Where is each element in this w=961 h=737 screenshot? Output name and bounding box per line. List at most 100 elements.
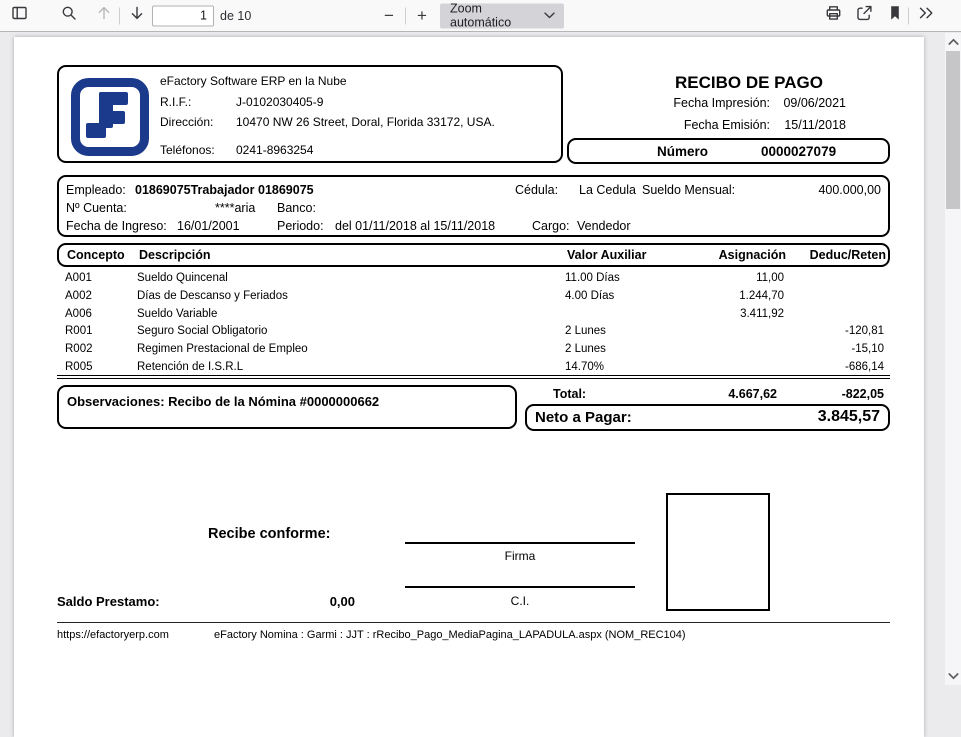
sidebar-toggle-button[interactable] [6,3,32,29]
zoom-level-value: Zoom automático [450,2,544,30]
page-number-input[interactable] [152,5,214,26]
pdf-page: eFactory Software ERP en la Nube R.I.F.:… [14,37,924,737]
footer-url: https://efactoryerp.com [57,629,169,641]
concept-description: Sueldo Quincenal [137,270,228,288]
period-label: Periodo: [277,219,324,233]
zoom-level-select[interactable]: Zoom automático [440,3,564,28]
concept-asignacion: 3.411,92 [637,306,784,324]
arrow-up-icon [96,5,112,26]
concept-deduccion: -15,10 [747,341,884,359]
table-row: A006 Sueldo Variable 3.411,92 [57,306,890,324]
net-to-pay-value: 3.845,57 [680,408,880,426]
plus-icon: + [417,6,427,26]
concept-asignacion: 11,00 [637,270,784,288]
double-chevron-right-icon [918,6,935,25]
print-date-label: Fecha Impresión: [614,96,770,110]
bank-label: Banco: [277,201,316,215]
concept-description: Seguro Social Obligatorio [137,323,267,341]
account-label: Nº Cuenta: [66,201,127,215]
page-count-label: de 10 [220,9,251,23]
net-to-pay-box: Neto a Pagar: 3.845,57 [525,404,890,431]
position-value: Vendedor [577,219,631,233]
photo-box [666,493,770,611]
receipt-number-label: Número [657,144,708,159]
employee-value: 01869075Trabajador 01869075 [135,183,314,197]
company-address-label: Dirección: [160,115,213,129]
table-row: A002 Días de Descanso y Feriados 4.00 Dí… [57,288,890,306]
receipt-number-value: 0000027079 [761,144,836,159]
position-label: Cargo: [532,219,570,233]
concept-code: R002 [65,341,93,359]
next-page-button[interactable] [124,3,150,29]
employee-info-box: Empleado: 01869075Trabajador 01869075 Cé… [57,175,890,237]
concept-code: A006 [65,306,92,324]
signature-line [405,542,635,544]
receipt-title: RECIBO DE PAGO [584,73,914,93]
ingress-date-value: 16/01/2001 [177,219,240,233]
concept-code: R001 [65,323,93,341]
company-rif-label: R.I.F.: [160,95,191,109]
zoom-in-button[interactable]: + [409,3,435,29]
print-button[interactable] [820,3,846,29]
concept-aux-value: 2 Lunes [565,323,606,341]
concepts-table: A001 Sueldo Quincenal 11.00 Días 11,00 A… [57,270,890,377]
find-button[interactable] [56,3,82,29]
previous-page-button[interactable] [91,3,117,29]
concept-aux-value: 2 Lunes [565,341,606,359]
company-rif-value: J-0102030405-9 [236,95,323,109]
footer-divider [57,622,890,623]
employee-label: Empleado: [66,183,126,197]
column-header-valor-auxiliar: Valor Auxiliar [567,248,646,262]
concept-description: Sueldo Variable [137,306,217,324]
chevron-down-icon [544,12,555,20]
ci-line [405,586,635,588]
scroll-up-icon[interactable] [945,34,961,50]
firma-label: Firma [405,549,635,563]
scroll-down-icon[interactable] [945,668,961,684]
scrollbar-thumb[interactable] [946,51,960,209]
minus-icon: − [384,6,394,26]
table-row: R001 Seguro Social Obligatorio 2 Lunes -… [57,323,890,341]
ci-label: C.I. [405,594,635,608]
emission-date-value: 15/11/2018 [754,118,846,132]
toolbar-more-button[interactable] [913,3,939,29]
period-value: del 01/11/2018 al 15/11/2018 [335,219,495,233]
bookmark-button[interactable] [882,3,908,29]
arrow-down-icon [129,5,145,26]
account-value: ****aria [215,201,255,215]
footer-report-path: eFactory Nomina : Garmi : JJT : rRecibo_… [214,629,686,641]
net-to-pay-label: Neto a Pagar: [535,409,632,426]
ingress-date-label: Fecha de Ingreso: [66,219,167,233]
table-bottom-divider [57,375,890,379]
concept-asignacion: 1.244,70 [637,288,784,306]
total-deduccion-value: -822,05 [734,387,884,401]
pdf-toolbar: de 10 − + Zoom automático [0,0,961,32]
concept-aux-value: 4.00 Días [565,288,614,306]
concept-deduccion: -120,81 [747,323,884,341]
company-phones-label: Teléfonos: [160,143,215,157]
sidebar-icon [11,5,28,26]
print-date-value: 09/06/2021 [754,96,846,110]
save-button[interactable] [851,3,877,29]
concept-code: A001 [65,270,92,288]
receipt-number-box: Número 0000027079 [567,138,890,164]
receive-conform-label: Recibe conforme: [208,526,330,542]
efactory-logo-icon [70,77,150,157]
concept-description: Días de Descanso y Feriados [137,288,288,306]
toolbar-separator [405,7,406,24]
toolbar-separator [908,7,909,24]
salary-label: Sueldo Mensual: [642,183,735,197]
vertical-scrollbar[interactable] [945,33,961,685]
loan-balance-label: Saldo Prestamo: [57,594,160,609]
toolbar-separator [119,7,120,24]
cedula-label: Cédula: [515,183,558,197]
concept-code: A002 [65,288,92,306]
zoom-out-button[interactable]: − [376,3,402,29]
table-row: A001 Sueldo Quincenal 11.00 Días 11,00 [57,270,890,288]
concept-description: Regimen Prestacional de Empleo [137,341,308,359]
loan-balance-value: 0,00 [214,594,355,609]
search-icon [61,5,77,26]
salary-value: 400.000,00 [779,183,881,197]
column-header-concepto: Concepto [67,248,125,262]
cedula-value: La Cedula [579,183,636,197]
